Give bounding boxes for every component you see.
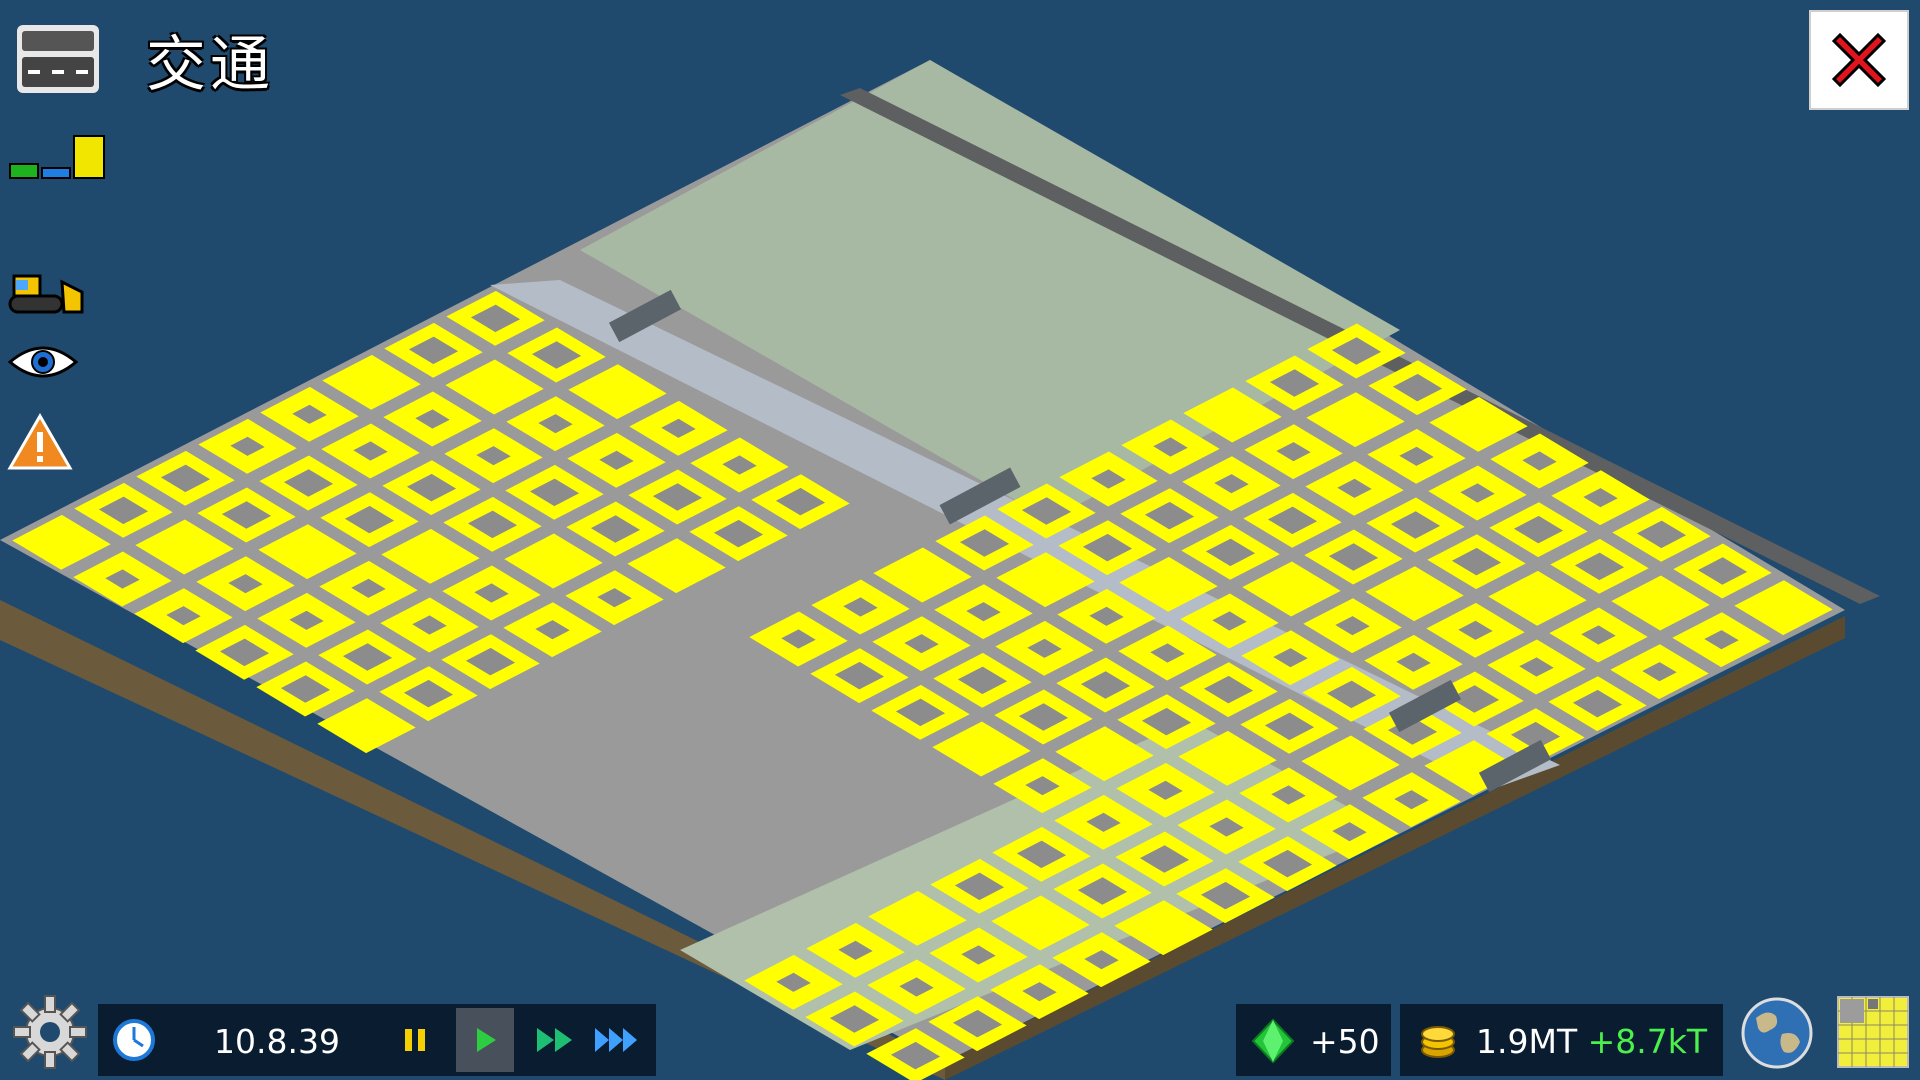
pause-button[interactable]	[386, 1008, 444, 1072]
time-control-bar: 10.8.39	[98, 1004, 656, 1076]
fastest-forward-icon	[595, 1028, 637, 1052]
money-counter[interactable]: 1.9MT +8.7kT	[1400, 1004, 1723, 1076]
road-icon[interactable]	[14, 19, 102, 99]
clock-icon[interactable]	[112, 1018, 156, 1062]
play-icon	[477, 1028, 496, 1052]
pause-icon	[405, 1029, 425, 1051]
gear-icon[interactable]	[10, 992, 90, 1072]
money-value: 1.9MT	[1476, 1022, 1578, 1061]
diamond-value: +50	[1310, 1022, 1380, 1061]
diamond-icon	[1250, 1018, 1296, 1068]
traffic-level-bars-icon[interactable]	[6, 132, 110, 188]
overlay-header: 交通	[14, 14, 274, 104]
game-date: 10.8.39	[214, 1022, 340, 1061]
close-icon	[1831, 32, 1887, 88]
diamond-counter[interactable]: +50	[1236, 1004, 1391, 1076]
bulldozer-icon[interactable]	[6, 262, 86, 326]
globe-icon[interactable]	[1740, 996, 1814, 1070]
coins-icon	[1418, 1022, 1458, 1064]
close-button[interactable]	[1809, 10, 1909, 110]
warning-icon[interactable]	[6, 412, 74, 476]
minimap-icon[interactable]	[1837, 996, 1909, 1068]
eye-icon[interactable]	[6, 340, 80, 388]
money-delta: +8.7kT	[1587, 1022, 1708, 1061]
fastest-forward-button[interactable]	[588, 1008, 646, 1072]
fast-forward-icon	[537, 1028, 572, 1052]
overlay-title: 交通	[146, 29, 274, 100]
play-button[interactable]	[456, 1008, 514, 1072]
fast-forward-button[interactable]	[526, 1008, 584, 1072]
city-map[interactable]	[0, 0, 1920, 1080]
